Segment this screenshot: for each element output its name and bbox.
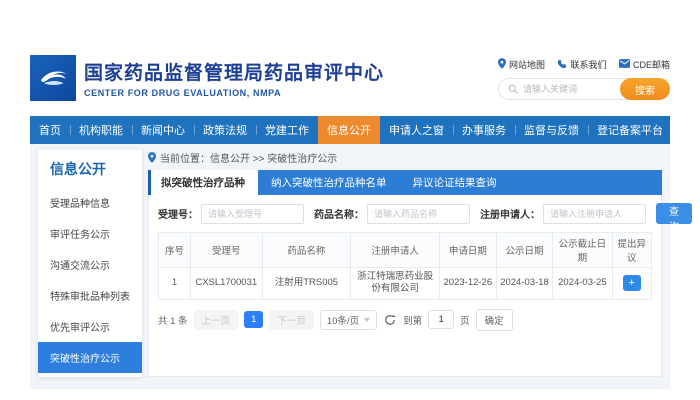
tab-included-list[interactable]: 纳入突破性治疗品种名单 (258, 170, 400, 195)
site-subtitle: CENTER FOR DRUG EVALUATION, NMPA (84, 88, 384, 98)
nav-item-services[interactable]: 办事服务 (453, 116, 515, 144)
cell-applicant: 浙江特瑞思药业股份有限公司 (351, 268, 440, 300)
breadcrumb: 当前位置：信息公开 >> 突破性治疗公示 (148, 150, 662, 165)
table-row: 1 CXSL1700031 注射用TRS005 浙江特瑞思药业股份有限公司 20… (159, 268, 652, 300)
page-size-value: 10条/页 (327, 313, 359, 327)
col-header-apply-date: 申请日期 (439, 233, 496, 268)
cell-acceptance-no: CXSL1700031 (191, 268, 262, 300)
main-nav: 首页 机构职能 新闻中心 政策法规 党建工作 信息公开 申请人之窗 办事服务 监… (30, 116, 670, 144)
total-count: 共 1 条 (158, 313, 188, 327)
cde-mailbox-link[interactable]: CDE邮箱 (619, 58, 670, 71)
phone-icon (557, 59, 567, 71)
nav-item-news[interactable]: 新闻中心 (132, 116, 194, 144)
refresh-icon[interactable] (384, 314, 396, 326)
sitemap-link[interactable]: 网站地图 (498, 58, 545, 71)
nav-item-supervision-feedback[interactable]: 监督与反馈 (515, 116, 588, 144)
sidebar-item-accepted-varieties[interactable]: 受理品种信息 (38, 187, 142, 218)
col-header-drug-name: 药品名称 (262, 233, 351, 268)
jump-suffix-label: 页 (460, 313, 470, 327)
sidebar: 信息公开 受理品种信息 审评任务公示 沟通交流公示 特殊审批品种列表 优先审评公… (38, 150, 142, 377)
cell-publicity-date: 2024-03-18 (496, 268, 553, 300)
jump-page-input[interactable] (428, 310, 454, 329)
col-header-publicity-deadline: 公示截止日期 (553, 233, 612, 268)
page: 国家药品监督管理局药品审评中心 CENTER FOR DRUG EVALUATI… (30, 55, 670, 389)
cell-publicity-deadline: 2024-03-25 (553, 268, 612, 300)
tab-objection-results[interactable]: 异议论证结果查询 (400, 170, 510, 195)
contact-label: 联系我们 (570, 58, 606, 71)
sidebar-item-special-approval-list[interactable]: 特殊审批品种列表 (38, 280, 142, 311)
page-size-select[interactable]: 10条/页 (320, 310, 377, 330)
sidebar-item-communication[interactable]: 沟通交流公示 (38, 249, 142, 280)
cell-apply-date: 2023-12-26 (439, 268, 496, 300)
location-pin-icon (498, 58, 506, 71)
main-area: 当前位置：信息公开 >> 突破性治疗公示 拟突破性治疗品种 纳入突破性治疗品种名… (148, 150, 662, 377)
tab-proposed-breakthrough[interactable]: 拟突破性治疗品种 (148, 170, 258, 195)
breadcrumb-pin-icon (148, 152, 156, 163)
jump-prefix-label: 到第 (403, 313, 422, 327)
nav-item-functions[interactable]: 机构职能 (70, 116, 132, 144)
nav-item-home[interactable]: 首页 (30, 116, 70, 144)
cell-no: 1 (159, 268, 191, 300)
sidebar-title: 信息公开 (38, 150, 142, 187)
prev-page-button[interactable]: 上一页 (194, 310, 239, 330)
sidebar-item-priority-review[interactable]: 优先审评公示 (38, 311, 142, 342)
filter-applicant-input[interactable] (543, 204, 646, 224)
mailbox-label: CDE邮箱 (633, 58, 670, 71)
query-panel: 受理号： 药品名称： 注册申请人： 查询 序号 (148, 195, 662, 377)
chevron-down-icon (364, 318, 370, 322)
cde-logo-icon (30, 55, 76, 101)
cell-objection: + (612, 268, 651, 300)
site-header: 国家药品监督管理局药品审评中心 CENTER FOR DRUG EVALUATI… (30, 55, 670, 113)
search-icon (508, 84, 518, 94)
search-input[interactable] (523, 84, 619, 94)
results-table: 序号 受理号 药品名称 注册申请人 申请日期 公示日期 公示截止日期 提出异议 (158, 232, 652, 300)
quick-links: 网站地图 联系我们 CDE邮箱 (498, 58, 670, 71)
brand-titles: 国家药品监督管理局药品审评中心 CENTER FOR DRUG EVALUATI… (84, 58, 384, 98)
filter-acceptance-no-input[interactable] (201, 204, 304, 224)
nav-item-applicant-window[interactable]: 申请人之窗 (380, 116, 453, 144)
nav-item-registration-platform[interactable]: 登记备案平台 (588, 116, 672, 144)
sidebar-item-breakthrough-therapy[interactable]: 突破性治疗公示 (38, 342, 142, 373)
contact-link[interactable]: 联系我们 (557, 58, 606, 71)
mail-icon (619, 59, 630, 70)
search-button[interactable]: 搜索 (620, 78, 670, 100)
page-number-1[interactable]: 1 (244, 311, 263, 328)
col-header-acceptance-no: 受理号 (191, 233, 262, 268)
nav-item-party-building[interactable]: 党建工作 (256, 116, 318, 144)
filter-row: 受理号： 药品名称： 注册申请人： 查询 (158, 203, 652, 224)
sitemap-label: 网站地图 (509, 58, 545, 71)
confirm-button[interactable]: 确定 (476, 309, 513, 331)
col-header-publicity-date: 公示日期 (496, 233, 553, 268)
tab-bar: 拟突破性治疗品种 纳入突破性治疗品种名单 异议论证结果查询 (148, 170, 662, 195)
breadcrumb-text: 当前位置：信息公开 >> 突破性治疗公示 (160, 150, 337, 165)
pagination: 共 1 条 上一页 1 下一页 10条/页 到第 页 确定 (158, 309, 652, 331)
sidebar-item-review-tasks[interactable]: 审评任务公示 (38, 218, 142, 249)
filter-drug-name-label: 药品名称： (314, 206, 364, 221)
header-right: 网站地图 联系我们 CDE邮箱 (498, 55, 670, 100)
brand: 国家药品监督管理局药品审评中心 CENTER FOR DRUG EVALUATI… (30, 55, 384, 101)
filter-acceptance-no-label: 受理号： (158, 206, 198, 221)
site-title: 国家药品监督管理局药品审评中心 (84, 58, 384, 85)
add-objection-button[interactable]: + (623, 275, 641, 291)
nav-item-policies[interactable]: 政策法规 (194, 116, 256, 144)
filter-drug-name-input[interactable] (367, 204, 470, 224)
search-area: 搜索 (498, 78, 670, 100)
content: 信息公开 受理品种信息 审评任务公示 沟通交流公示 特殊审批品种列表 优先审评公… (30, 144, 670, 389)
nav-item-info-disclosure[interactable]: 信息公开 (318, 116, 380, 144)
next-page-button[interactable]: 下一页 (269, 310, 314, 330)
col-header-no: 序号 (159, 233, 191, 268)
table-header-row: 序号 受理号 药品名称 注册申请人 申请日期 公示日期 公示截止日期 提出异议 (159, 233, 652, 268)
col-header-applicant: 注册申请人 (351, 233, 440, 268)
cell-drug-name: 注射用TRS005 (262, 268, 351, 300)
col-header-objection: 提出异议 (612, 233, 651, 268)
query-button[interactable]: 查询 (656, 203, 692, 224)
filter-applicant-label: 注册申请人： (480, 206, 540, 221)
